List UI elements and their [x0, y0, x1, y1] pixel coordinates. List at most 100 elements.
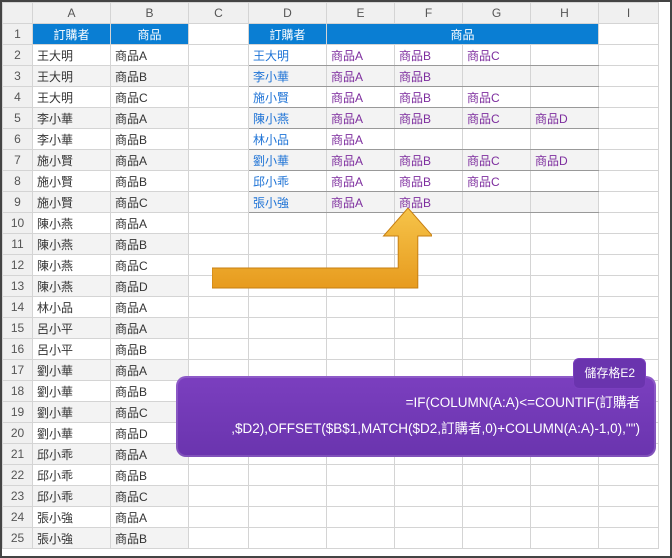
row-header[interactable]: 18: [3, 381, 33, 402]
cell[interactable]: [327, 486, 395, 507]
cell[interactable]: [531, 297, 599, 318]
cell[interactable]: [463, 234, 531, 255]
cell[interactable]: 陳小燕: [33, 234, 111, 255]
cell[interactable]: [249, 528, 327, 549]
cell[interactable]: [599, 45, 659, 66]
cell[interactable]: 訂購者: [249, 24, 327, 45]
cell[interactable]: 商品B: [395, 87, 463, 108]
cell[interactable]: [327, 234, 395, 255]
cell[interactable]: 林小品: [249, 129, 327, 150]
cell[interactable]: 商品D: [531, 150, 599, 171]
cell[interactable]: 陳小燕: [249, 108, 327, 129]
spreadsheet[interactable]: A B C D E F G H I 1訂購者商品訂購者商品2王大明商品A王大明商…: [2, 2, 659, 549]
cell[interactable]: [395, 339, 463, 360]
cell[interactable]: 商品A: [327, 66, 395, 87]
cell[interactable]: [327, 276, 395, 297]
row-header[interactable]: 1: [3, 24, 33, 45]
cell[interactable]: [189, 234, 249, 255]
cell[interactable]: 商品A: [111, 297, 189, 318]
row-header[interactable]: 17: [3, 360, 33, 381]
cell[interactable]: 呂小平: [33, 339, 111, 360]
cell[interactable]: 施小賢: [33, 150, 111, 171]
cell[interactable]: 商品C: [111, 87, 189, 108]
cell[interactable]: [599, 255, 659, 276]
cell[interactable]: 商品D: [531, 108, 599, 129]
cell[interactable]: [249, 297, 327, 318]
cell[interactable]: [531, 528, 599, 549]
cell[interactable]: [327, 213, 395, 234]
cell[interactable]: 商品A: [111, 213, 189, 234]
cell[interactable]: [327, 297, 395, 318]
cell[interactable]: 商品B: [111, 339, 189, 360]
cell[interactable]: [463, 66, 531, 87]
row-header[interactable]: 5: [3, 108, 33, 129]
cell[interactable]: [599, 507, 659, 528]
cell[interactable]: [599, 297, 659, 318]
cell[interactable]: [327, 528, 395, 549]
cell[interactable]: [531, 234, 599, 255]
cell[interactable]: 劉小華: [33, 423, 111, 444]
cell[interactable]: 邱小乖: [33, 465, 111, 486]
cell[interactable]: [463, 507, 531, 528]
row-header[interactable]: 22: [3, 465, 33, 486]
cell[interactable]: [189, 45, 249, 66]
cell[interactable]: 商品C: [111, 486, 189, 507]
cell[interactable]: [395, 507, 463, 528]
row-header[interactable]: 15: [3, 318, 33, 339]
col-header[interactable]: E: [327, 3, 395, 24]
cell[interactable]: 商品C: [463, 150, 531, 171]
cell[interactable]: 商品A: [111, 45, 189, 66]
cell[interactable]: [531, 45, 599, 66]
cell[interactable]: 張小強: [249, 192, 327, 213]
cell[interactable]: 王大明: [33, 45, 111, 66]
cell[interactable]: [599, 171, 659, 192]
cell[interactable]: [189, 528, 249, 549]
cell[interactable]: [249, 507, 327, 528]
cell[interactable]: 商品C: [111, 192, 189, 213]
cell[interactable]: 商品B: [395, 150, 463, 171]
cell[interactable]: 商品B: [395, 192, 463, 213]
cell[interactable]: [463, 276, 531, 297]
cell[interactable]: [327, 339, 395, 360]
cell[interactable]: [463, 129, 531, 150]
cell[interactable]: [599, 192, 659, 213]
cell[interactable]: [463, 465, 531, 486]
cell[interactable]: [327, 507, 395, 528]
cell[interactable]: 施小賢: [33, 192, 111, 213]
cell[interactable]: [249, 339, 327, 360]
row-header[interactable]: 11: [3, 234, 33, 255]
cell[interactable]: [395, 486, 463, 507]
cell[interactable]: [189, 192, 249, 213]
row-header[interactable]: 23: [3, 486, 33, 507]
row-header[interactable]: 20: [3, 423, 33, 444]
cell[interactable]: [531, 507, 599, 528]
cell[interactable]: 邱小乖: [33, 486, 111, 507]
row-header[interactable]: 25: [3, 528, 33, 549]
cell[interactable]: [189, 87, 249, 108]
cell[interactable]: 施小賢: [33, 171, 111, 192]
cell[interactable]: 商品A: [111, 318, 189, 339]
cell[interactable]: 商品A: [111, 108, 189, 129]
cell[interactable]: [599, 213, 659, 234]
cell[interactable]: [189, 24, 249, 45]
cell[interactable]: [249, 486, 327, 507]
cell[interactable]: 商品C: [463, 45, 531, 66]
cell[interactable]: [189, 339, 249, 360]
cell[interactable]: [531, 339, 599, 360]
cell[interactable]: [463, 486, 531, 507]
cell[interactable]: [249, 255, 327, 276]
row-header[interactable]: 7: [3, 150, 33, 171]
col-header[interactable]: I: [599, 3, 659, 24]
cell[interactable]: [189, 108, 249, 129]
cell[interactable]: [531, 318, 599, 339]
cell[interactable]: [189, 486, 249, 507]
cell[interactable]: [599, 108, 659, 129]
cell[interactable]: [599, 339, 659, 360]
cell[interactable]: [599, 486, 659, 507]
row-header[interactable]: 6: [3, 129, 33, 150]
cell[interactable]: 商品B: [395, 66, 463, 87]
cell[interactable]: 商品B: [111, 234, 189, 255]
cell[interactable]: 商品B: [395, 45, 463, 66]
cell[interactable]: [599, 129, 659, 150]
row-header[interactable]: 19: [3, 402, 33, 423]
